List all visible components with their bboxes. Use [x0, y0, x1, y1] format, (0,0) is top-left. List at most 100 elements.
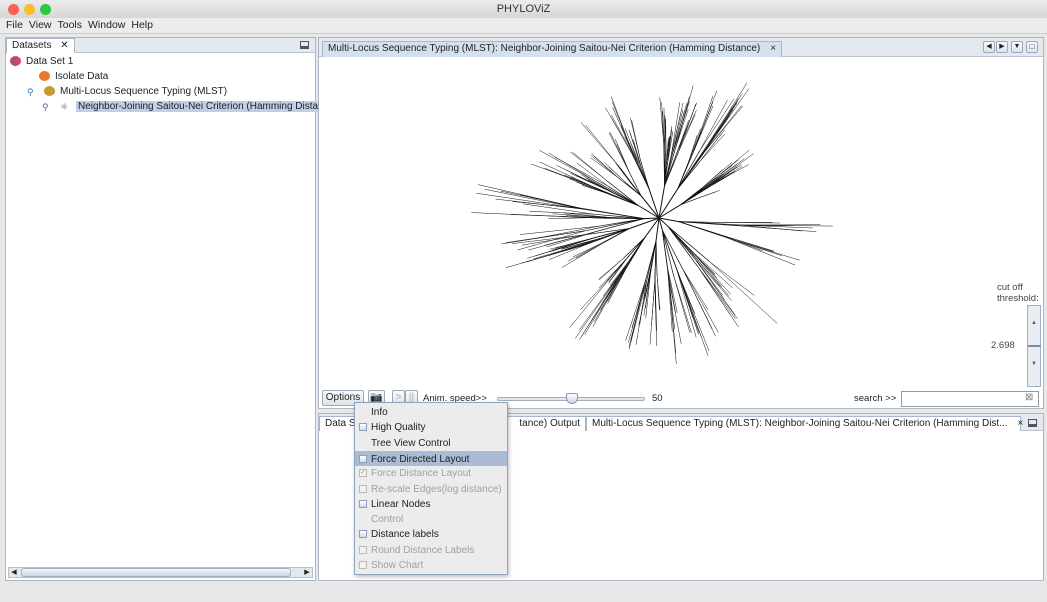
tree-edge — [667, 225, 699, 268]
menu-item-linear-nodes[interactable]: Linear Nodes — [355, 497, 507, 512]
scroll-left-icon[interactable]: ◀ — [9, 568, 19, 577]
menu-item-round-distance-labels[interactable]: Round Distance Labels — [355, 543, 507, 558]
tree-edge — [646, 240, 657, 281]
menu-item-info[interactable]: Info — [355, 405, 507, 420]
tab-tree-output[interactable]: Multi-Locus Sequence Typing (MLST): Neig… — [586, 416, 1024, 431]
tree-node[interactable]: ⚲ ✳ Neighbor-Joining Saitou-Nei Criterion … — [42, 100, 326, 114]
tree-edge — [648, 188, 660, 219]
menu-item-re-scale-edges-log-distance[interactable]: Re-scale Edges(log distance) — [355, 482, 507, 497]
tree-edge — [679, 278, 710, 351]
scroll-tabs-left-icon[interactable]: ◀ — [983, 41, 995, 53]
tree-edge — [694, 259, 725, 300]
expand-handle-icon[interactable]: ⚲ — [11, 55, 18, 69]
close-tab-icon[interactable]: × — [1018, 418, 1024, 429]
tree-edge — [708, 163, 738, 185]
tab-list-dropdown-icon[interactable]: ▼ — [1011, 41, 1023, 53]
checkbox[interactable] — [359, 484, 367, 493]
tree-edge — [606, 180, 639, 206]
tree-edge — [607, 267, 627, 304]
tree-edge — [649, 280, 656, 345]
tree-edge — [697, 266, 739, 328]
checkbox[interactable] — [359, 561, 367, 569]
close-window-button[interactable] — [8, 4, 19, 15]
maximize-panel-icon[interactable]: □ — [1026, 41, 1038, 53]
menu-item-force-directed-layout[interactable]: Force Directed Layout — [355, 450, 507, 466]
clear-search-icon[interactable]: ⊠ — [1025, 392, 1033, 403]
tree-edge — [584, 228, 630, 246]
tree-node[interactable]: ⚲ Multi-Locus Sequence Typing (MLST) — [27, 85, 227, 99]
zoom-window-button[interactable] — [40, 4, 51, 15]
menu-item-high-quality[interactable]: High Quality — [355, 420, 507, 435]
tab-datasets[interactable]: Datasets ✕ — [6, 38, 75, 53]
menu-window[interactable]: Window — [88, 18, 125, 33]
window-title: PHYLOViZ — [496, 3, 551, 15]
checkbox[interactable] — [359, 423, 367, 432]
menu-item-label: Tree View Control — [371, 437, 451, 449]
tab-tree-view[interactable]: Multi-Locus Sequence Typing (MLST): Neig… — [322, 41, 783, 57]
tree-edge — [613, 237, 646, 275]
isolate-data-icon — [39, 71, 50, 82]
menu-item-force-distance-layout[interactable]: ✓ Force Distance Layout — [355, 466, 507, 481]
tree-edge — [593, 156, 618, 178]
tree-edge — [585, 218, 645, 232]
increase-icon[interactable]: ▲ — [1031, 320, 1037, 326]
minimize-panel-icon[interactable] — [1028, 419, 1037, 427]
menu-item-label: Linear Nodes — [371, 498, 431, 510]
search-input[interactable] — [901, 391, 1039, 407]
minimize-panel-icon[interactable] — [300, 41, 309, 49]
scrollbar-thumb[interactable] — [21, 568, 291, 577]
expand-handle-icon[interactable]: ⚲ — [27, 85, 34, 99]
tree-edge — [704, 88, 749, 153]
scroll-right-icon[interactable]: ▶ — [302, 568, 312, 577]
cutoff-threshold-slider[interactable]: ▲ ▼ — [1027, 305, 1041, 387]
tree-edge — [719, 234, 774, 252]
tree-edge — [580, 273, 614, 311]
tree-edge — [592, 276, 621, 327]
checkbox[interactable] — [359, 530, 367, 539]
tree-node[interactable]: ⚲ Data Set 1 — [10, 55, 74, 69]
checkbox[interactable] — [359, 454, 367, 463]
tree-node-label: Neighbor-Joining Saitou-Nei Criterion (H… — [76, 101, 326, 112]
close-tab-icon[interactable]: × — [770, 43, 776, 54]
phylogenetic-tree-canvas[interactable] — [319, 58, 1043, 388]
scroll-tabs-right-icon[interactable]: ▶ — [996, 41, 1008, 53]
tree-node-label: Data Set 1 — [26, 56, 74, 67]
anim-speed-value: 50 — [652, 393, 663, 404]
checkbox[interactable]: ✓ — [359, 469, 367, 478]
tree-edge — [687, 135, 698, 164]
tree-edge — [705, 158, 745, 189]
tree-edge — [590, 157, 618, 178]
menu-item-label: Control — [371, 514, 404, 526]
close-tab-icon[interactable]: ✕ — [60, 40, 68, 51]
menu-view[interactable]: View — [29, 18, 52, 33]
tree-edge — [625, 280, 646, 341]
menu-item-distance-labels[interactable]: Distance labels — [355, 527, 507, 542]
anim-speed-slider[interactable] — [497, 393, 645, 404]
minimize-window-button[interactable] — [24, 4, 35, 15]
tree-edge — [698, 115, 731, 158]
menu-tools[interactable]: Tools — [58, 18, 83, 33]
tree-viewer-panel: Multi-Locus Sequence Typing (MLST): Neig… — [318, 37, 1044, 409]
tree-edge — [676, 269, 697, 338]
checkbox[interactable] — [359, 545, 367, 554]
tree-edge — [719, 234, 763, 252]
menu-item-label: Force Directed Layout — [371, 453, 470, 465]
decrease-icon[interactable]: ▼ — [1031, 361, 1037, 367]
tree-edge — [640, 166, 650, 190]
expand-handle-icon[interactable]: ⚲ — [42, 100, 49, 114]
horizontal-scrollbar[interactable]: ◀ ▶ — [8, 567, 313, 578]
slider-thumb[interactable] — [1028, 345, 1041, 347]
slider-thumb[interactable] — [566, 393, 578, 404]
tree-edge — [702, 172, 730, 192]
menu-item-tree-view-control[interactable]: Tree View Control — [355, 436, 507, 451]
tab-label: Multi-Locus Sequence Typing (MLST): Neig… — [592, 418, 1008, 429]
tree-edge — [698, 106, 733, 158]
checkbox[interactable] — [359, 499, 367, 508]
menu-item-show-chart[interactable]: Show Chart — [355, 558, 507, 573]
menu-file[interactable]: File — [6, 18, 23, 33]
tree-edge — [667, 225, 711, 263]
menu-help[interactable]: Help — [131, 18, 153, 33]
tree-node[interactable]: Isolate Data — [27, 70, 108, 84]
menu-item-control[interactable]: Control — [355, 512, 507, 527]
menu-bar: File View Tools Window Help — [0, 18, 1047, 34]
